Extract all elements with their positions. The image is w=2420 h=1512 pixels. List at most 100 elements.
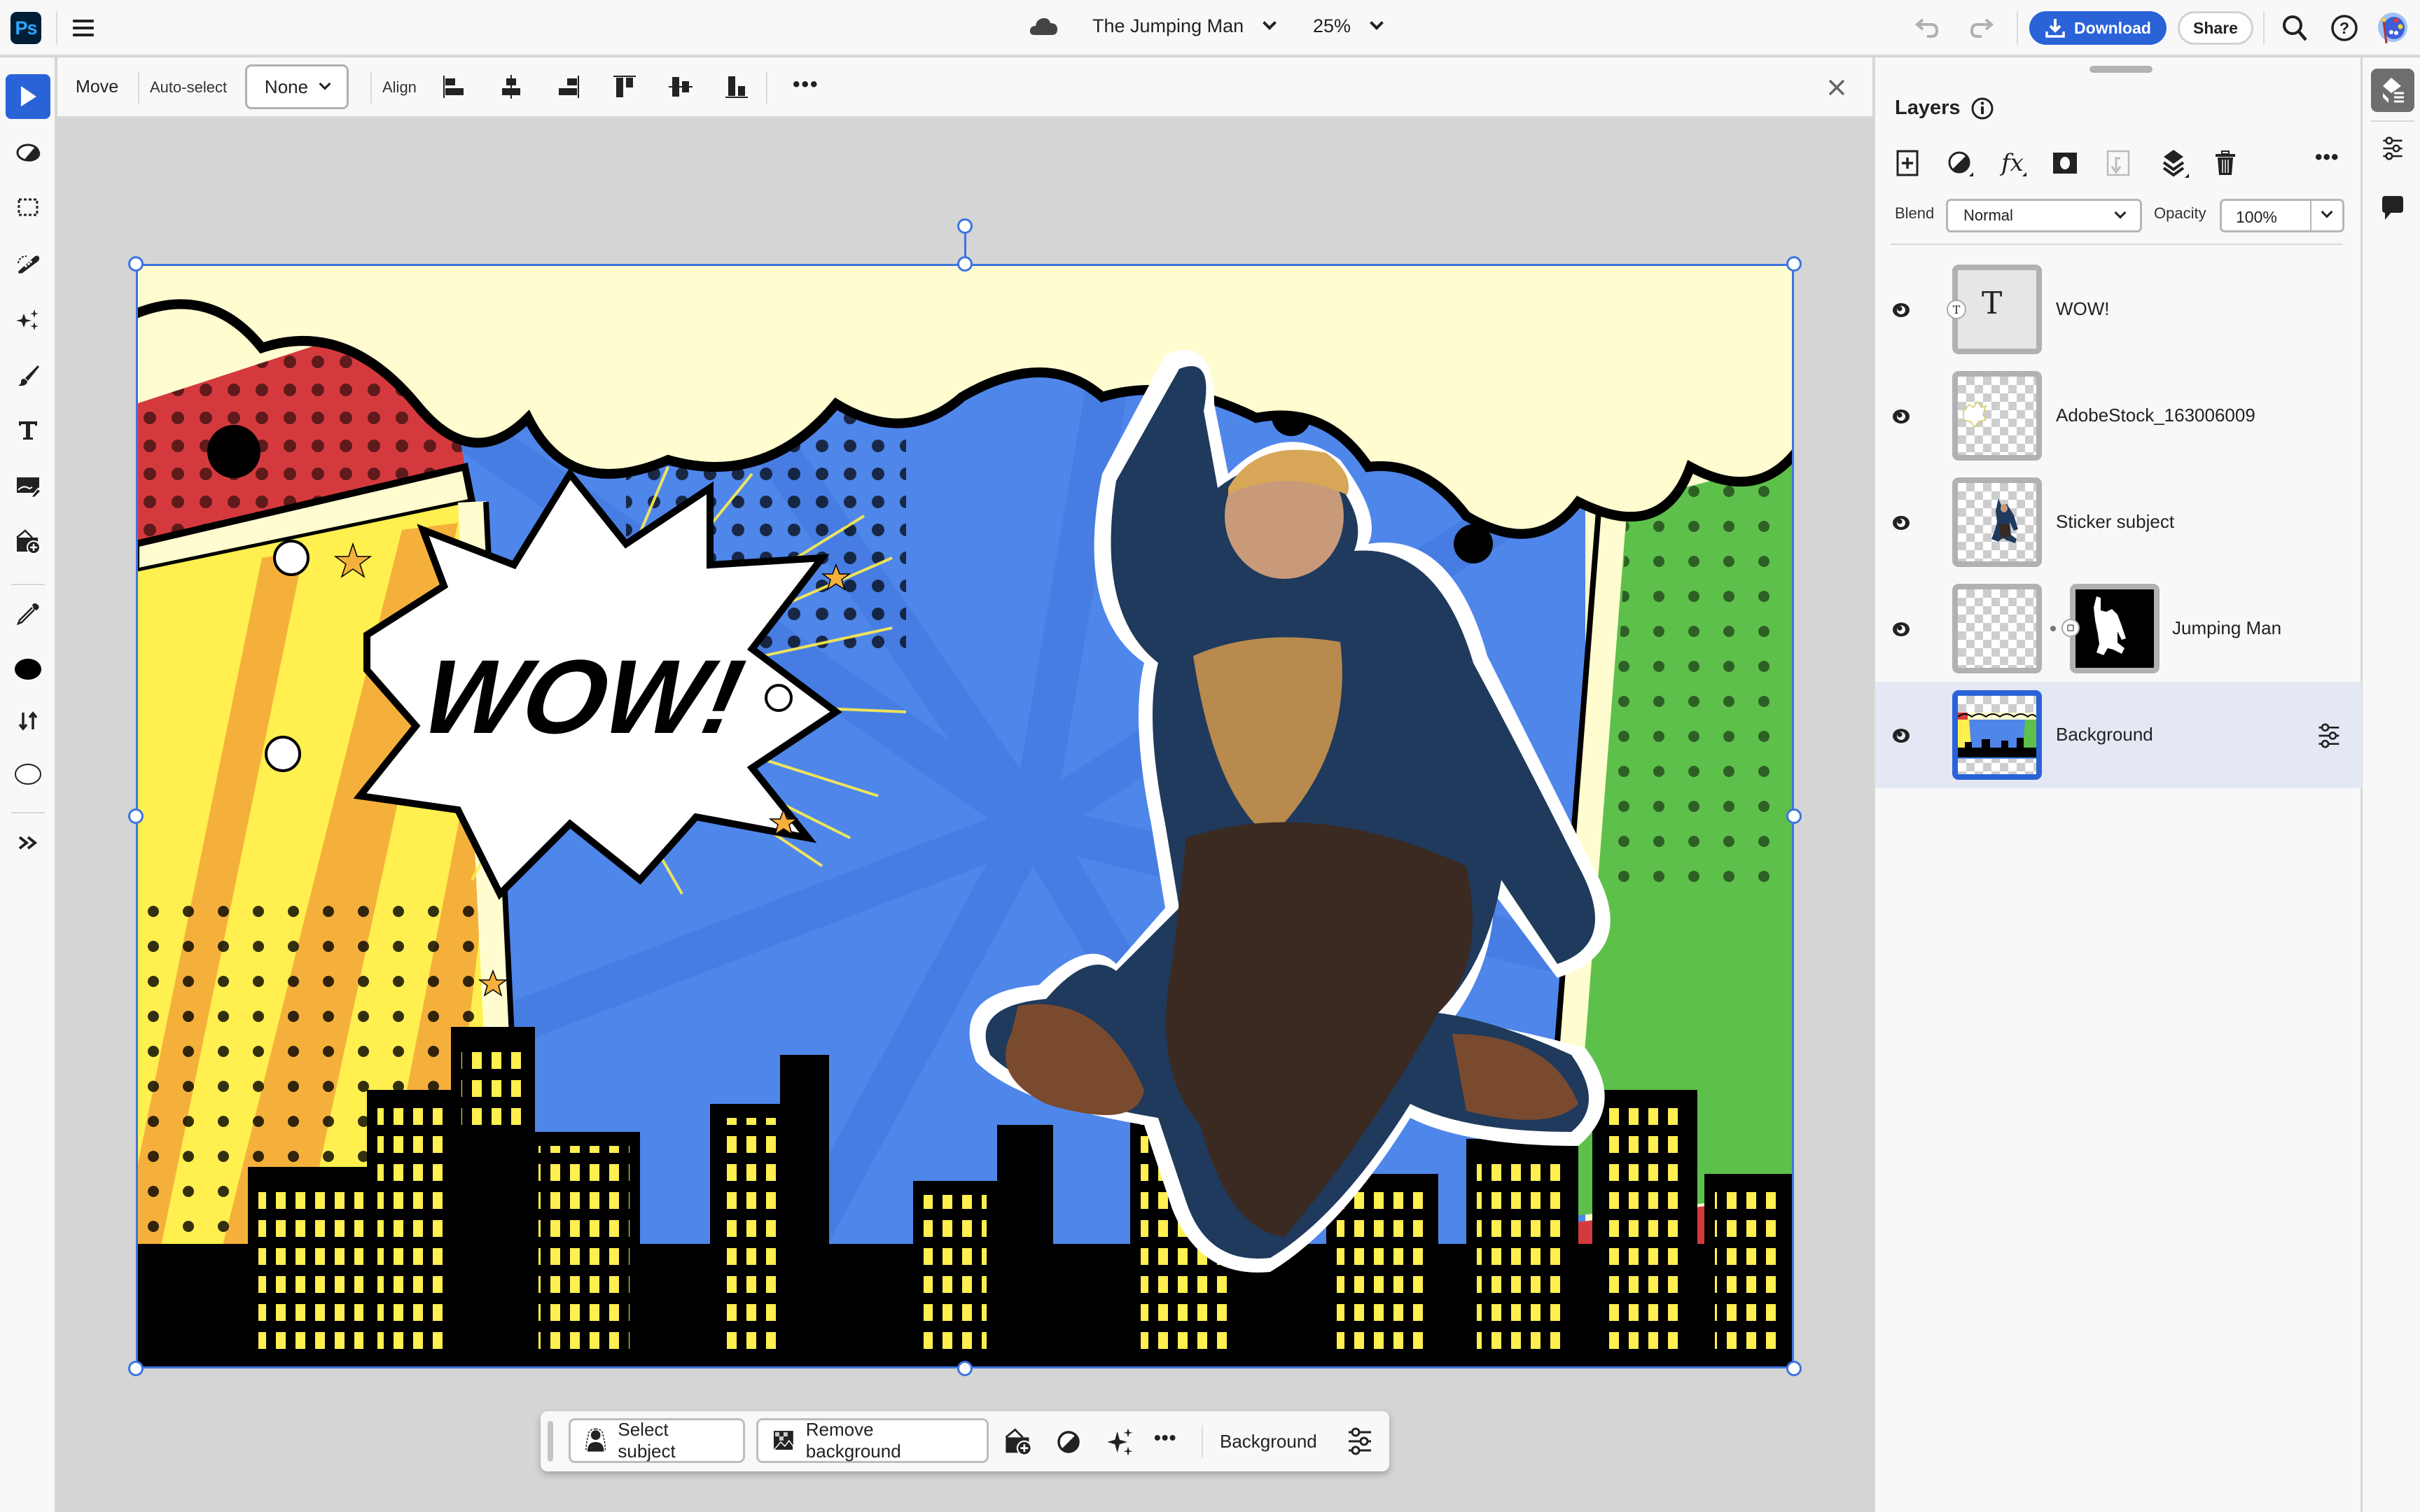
adjustment-icon[interactable] [1055,1428,1083,1456]
opacity-chevron-icon[interactable] [2321,206,2333,218]
zoom-level-menu[interactable]: 25% [1313,15,1384,37]
add-mask-icon[interactable] [2050,148,2081,179]
layer-mask-thumbnail[interactable] [2070,584,2160,673]
remove-background-label: Remove background [805,1419,901,1462]
cloud-icon[interactable] [1029,15,1059,36]
opacity-field[interactable]: 100% [2220,199,2344,232]
background-color-swatch[interactable] [6,752,50,797]
visibility-eye-icon[interactable] [1891,619,1912,640]
type-tool[interactable] [6,407,50,452]
more-actions-icon[interactable]: ••• [1154,1427,1176,1449]
select-subject-button[interactable]: Select subject [569,1418,745,1463]
hamburger-menu-icon[interactable] [73,20,94,36]
marquee-tool[interactable] [6,185,50,230]
photoshop-logo[interactable]: Ps [11,12,41,44]
marquee-icon [18,198,39,216]
visibility-eye-icon[interactable] [1891,512,1912,533]
comic-artwork[interactable]: WOW! [136,264,1794,1368]
tool-options-bar: Move Auto-select None Align ••• [57,57,1872,118]
more-tools-button[interactable] [6,820,50,865]
auto-select-value: None [264,76,309,97]
properties-adjust-icon[interactable] [2381,136,2405,161]
transform-handle-bottom-left[interactable] [128,1361,144,1376]
fx-effects-icon[interactable]: fx [1998,148,2029,179]
remove-background-icon [772,1431,794,1451]
close-icon[interactable] [1826,77,1847,98]
layer-properties-icon[interactable] [2316,722,2342,749]
divider [2371,120,2414,122]
task-bar-drag-handle[interactable] [548,1421,553,1462]
transform-handle-top-left[interactable] [128,256,144,272]
healing-tool[interactable] [6,241,50,286]
top-app-bar: Ps The Jumping Man 25% Download Share ? [0,0,2420,56]
place-image-tool[interactable] [6,463,50,508]
layer-row-adobestock[interactable]: AdobeStock_163006009 [1875,363,2362,469]
adjust-tool[interactable] [6,130,50,175]
layer-stack-icon[interactable] [2160,148,2190,179]
delete-layer-icon[interactable] [2211,148,2242,179]
transform-handle-left[interactable] [128,808,144,824]
info-icon[interactable] [1970,97,1994,120]
eyedropper-tool[interactable] [6,591,50,636]
layer-thumbnail [1952,584,2042,673]
add-layer-icon[interactable] [1895,148,1926,179]
align-vertical-center-icon[interactable] [667,73,695,101]
layer-properties-icon[interactable] [1346,1427,1374,1456]
visibility-eye-icon[interactable] [1891,300,1912,321]
transform-handle-bottom-right[interactable] [1786,1361,1802,1376]
transform-handle-right[interactable] [1786,808,1802,824]
generative-sparkle-icon[interactable] [1105,1427,1136,1457]
toolbar-divider [11,584,45,585]
align-right-icon[interactable] [553,73,581,101]
move-tool[interactable] [6,74,50,119]
clipping-mask-icon[interactable] [2103,148,2134,179]
align-horizontal-center-icon[interactable] [497,73,525,101]
align-top-icon[interactable] [611,73,639,101]
align-bottom-icon[interactable] [723,73,751,101]
undo-icon[interactable] [1914,15,1940,39]
panel-drag-handle[interactable] [2089,66,2153,73]
canvas-area[interactable]: WOW! [57,119,1872,1512]
download-button[interactable]: Download [2029,11,2167,45]
layer-row-sticker-subject[interactable]: Sticker subject [1875,469,2362,575]
divider [1891,244,2343,245]
rotate-handle[interactable] [957,218,973,234]
transform-handle-bottom[interactable] [957,1361,973,1376]
panel-more-options-icon[interactable]: ••• [2315,146,2339,169]
more-options-icon[interactable]: ••• [793,73,819,97]
blend-mode-dropdown[interactable]: Normal [1946,199,2142,232]
comments-icon[interactable] [2381,195,2405,221]
brush-tool[interactable] [6,353,50,398]
layers-panel-toggle[interactable] [2371,69,2414,112]
layer-row-jumping-man[interactable]: Jumping Man [1875,575,2362,682]
swap-colors-button[interactable] [6,699,50,743]
add-image-icon[interactable] [1003,1427,1034,1457]
sparkle-icon [16,309,39,330]
layer-row-background[interactable]: Background [1875,682,2362,788]
add-image-tool[interactable] [6,519,50,564]
toolbar-divider [11,812,45,813]
mask-link-icon[interactable] [2050,626,2056,631]
transform-handle-top-right[interactable] [1786,256,1802,272]
chevron-down-icon [1369,16,1384,30]
search-icon[interactable] [2281,14,2308,42]
generative-fill-tool[interactable] [6,297,50,342]
foreground-color-icon [15,659,41,680]
help-icon[interactable]: ? [2330,14,2358,42]
visibility-eye-icon[interactable] [1891,725,1912,746]
auto-select-dropdown[interactable]: None [245,64,349,109]
redo-icon[interactable] [1969,15,1994,39]
document-title-menu[interactable]: The Jumping Man [1092,15,1277,37]
left-toolbar [0,57,56,1512]
transform-handle-top[interactable] [957,256,973,272]
avatar[interactable] [2377,11,2409,46]
foreground-color-swatch[interactable] [6,647,50,692]
share-button[interactable]: Share [2178,11,2253,45]
align-label: Align [382,78,417,96]
layer-row-wow[interactable]: T T WOW! [1875,256,2362,363]
adjustment-layer-icon[interactable] [1945,148,1976,179]
visibility-eye-icon[interactable] [1891,406,1912,427]
align-left-icon[interactable] [441,73,469,101]
remove-background-button[interactable]: Remove background [756,1418,989,1463]
type-glyph: T [1982,286,2003,321]
